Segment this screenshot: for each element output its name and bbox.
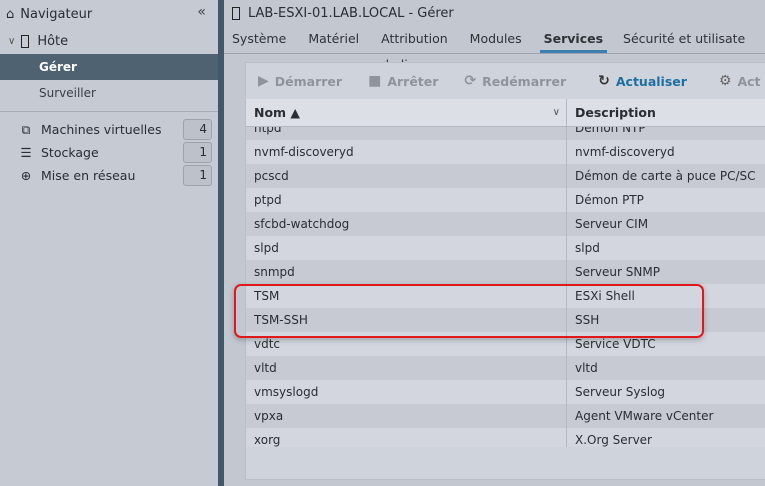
tab-hardware[interactable]: Matériel xyxy=(308,26,369,53)
item-label: Mise en réseau xyxy=(41,168,136,183)
refresh-icon: ↻ xyxy=(598,73,610,89)
table-row[interactable]: ptpd Démon PTP xyxy=(246,188,765,212)
gear-icon: ⚙ xyxy=(718,73,732,89)
cell-name: slpd xyxy=(246,236,567,260)
toolbar: ▶ Démarrer ■ Arrêter ⟳ Redémarrer ↻ Actualis… xyxy=(246,63,765,99)
chevron-down-icon[interactable]: ∨ xyxy=(8,36,15,47)
cell-name: sfcbd-watchdog xyxy=(246,212,567,236)
button-label: Démarrer xyxy=(274,73,343,89)
restart-icon: ⟳ xyxy=(464,73,477,89)
actions-button[interactable]: ⚙ Act xyxy=(719,73,761,89)
highlight-annotation xyxy=(234,284,704,338)
page-title: LAB-ESXI-01.LAB.LOCAL - Gérer xyxy=(224,0,765,26)
navigator-sidebar: ⌂ Navigateur « ∨ Hôte Gérer Surveiller ⧉… xyxy=(0,0,218,486)
item-label: Stockage xyxy=(41,145,99,160)
cell-name: ntpd xyxy=(246,127,567,140)
table-row[interactable]: vltd vltd xyxy=(246,356,765,380)
cell-description: Démon de carte à puce PC/SC xyxy=(575,169,756,183)
start-button[interactable]: ▶ Démarrer xyxy=(258,73,342,89)
cell-name: snmpd xyxy=(246,260,567,284)
cell-name: vltd xyxy=(246,356,567,380)
item-label: Gérer xyxy=(39,60,77,74)
vm-icon: ⧉ xyxy=(21,121,31,137)
table-row[interactable]: pcscd Démon de carte à puce PC/SC xyxy=(246,164,765,188)
cell-name: ptpd xyxy=(246,188,567,212)
tab-services[interactable]: Services xyxy=(539,26,608,53)
button-label: Arrêter xyxy=(387,73,439,89)
button-label: Act xyxy=(737,73,761,89)
column-label: Description xyxy=(575,105,656,120)
table-row[interactable]: vmsyslogd Serveur Syslog xyxy=(246,380,765,404)
button-label: Redémarrer xyxy=(482,73,567,89)
table-row[interactable]: xorg X.Org Server xyxy=(246,428,765,447)
item-label: Machines virtuelles xyxy=(41,122,162,137)
network-icon: ⊕ xyxy=(20,168,32,183)
stop-icon: ■ xyxy=(368,73,382,89)
cell-name: pcscd xyxy=(246,164,567,188)
count-badge: 1 xyxy=(183,142,212,163)
column-label: Nom ▲ xyxy=(254,105,301,120)
tree-item-host[interactable]: ∨ Hôte xyxy=(0,28,218,54)
cell-description: X.Org Server xyxy=(575,433,652,447)
cell-description: Serveur CIM xyxy=(575,217,649,231)
cell-description: slpd xyxy=(575,241,600,255)
home-icon[interactable]: ⌂ xyxy=(6,7,14,22)
cell-description: vltd xyxy=(575,361,598,375)
main-content: LAB-ESXI-01.LAB.LOCAL - Gérer Système Ma… xyxy=(224,0,765,486)
cell-name: xorg xyxy=(246,428,567,447)
tab-system[interactable]: Système xyxy=(232,26,296,53)
title-text: LAB-ESXI-01.LAB.LOCAL - Gérer xyxy=(248,5,454,21)
column-name[interactable]: Nom ▲ ∨ xyxy=(246,99,567,126)
cell-description: Agent VMware vCenter xyxy=(575,409,714,423)
navigator-header: ⌂ Navigateur « xyxy=(0,0,218,28)
item-label: Surveiller xyxy=(39,86,96,100)
sidebar-item-monitor[interactable]: Surveiller xyxy=(0,80,218,106)
cell-name: vpxa xyxy=(246,404,567,428)
storage-icon: ☰ xyxy=(20,145,32,160)
sidebar-item-storage[interactable]: ☰ Stockage 1 xyxy=(0,141,218,164)
cell-description: Démon NTP xyxy=(575,127,646,135)
host-label: Hôte xyxy=(37,33,69,49)
services-panel: ▶ Démarrer ■ Arrêter ⟳ Redémarrer ↻ Actualis… xyxy=(245,62,765,480)
restart-button[interactable]: ⟳ Redémarrer xyxy=(464,73,566,89)
table-row[interactable]: nvmf-discoveryd nvmf-discoveryd xyxy=(246,140,765,164)
count-badge: 1 xyxy=(183,165,212,186)
tab-packages[interactable]: Modules xyxy=(470,26,532,53)
tab-bar: Système Matériel Attribution de licence … xyxy=(224,26,765,72)
navigator-title: Navigateur xyxy=(20,6,93,22)
column-description[interactable]: Description xyxy=(567,99,656,126)
sidebar-item-network[interactable]: ⊕ Mise en réseau 1 xyxy=(0,164,218,187)
cell-description: nvmf-discoveryd xyxy=(575,145,675,159)
count-badge: 4 xyxy=(183,119,212,140)
stop-button[interactable]: ■ Arrêter xyxy=(368,73,438,89)
chevron-down-icon[interactable]: ∨ xyxy=(553,99,560,127)
button-label: Actualiser xyxy=(615,73,687,89)
table-row[interactable]: snmpd Serveur SNMP xyxy=(246,260,765,284)
cell-name: nvmf-discoveryd xyxy=(246,140,567,164)
cell-description: Serveur SNMP xyxy=(575,265,660,279)
cell-description: Démon PTP xyxy=(575,193,644,207)
divider xyxy=(0,111,218,112)
table-row[interactable]: vpxa Agent VMware vCenter xyxy=(246,404,765,428)
collapse-icon[interactable]: « xyxy=(197,4,206,20)
table-row[interactable]: sfcbd-watchdog Serveur CIM xyxy=(246,212,765,236)
cell-description: Serveur Syslog xyxy=(575,385,666,399)
refresh-button[interactable]: ↻ Actualiser xyxy=(598,73,687,89)
table-row[interactable]: slpd slpd xyxy=(246,236,765,260)
play-icon: ▶ xyxy=(258,73,269,89)
server-icon xyxy=(21,34,30,48)
server-icon xyxy=(232,6,240,20)
sidebar-item-vms[interactable]: ⧉ Machines virtuelles 4 xyxy=(0,118,218,141)
table-row[interactable]: ntpd Démon NTP xyxy=(246,127,765,140)
table-header: Nom ▲ ∨ Description xyxy=(246,99,765,127)
cell-name: vmsyslogd xyxy=(246,380,567,404)
sidebar-item-manage[interactable]: Gérer xyxy=(0,54,218,80)
tab-licensing[interactable]: Attribution de licence xyxy=(381,26,458,72)
tab-security[interactable]: Sécurité et utilisate xyxy=(623,26,755,53)
